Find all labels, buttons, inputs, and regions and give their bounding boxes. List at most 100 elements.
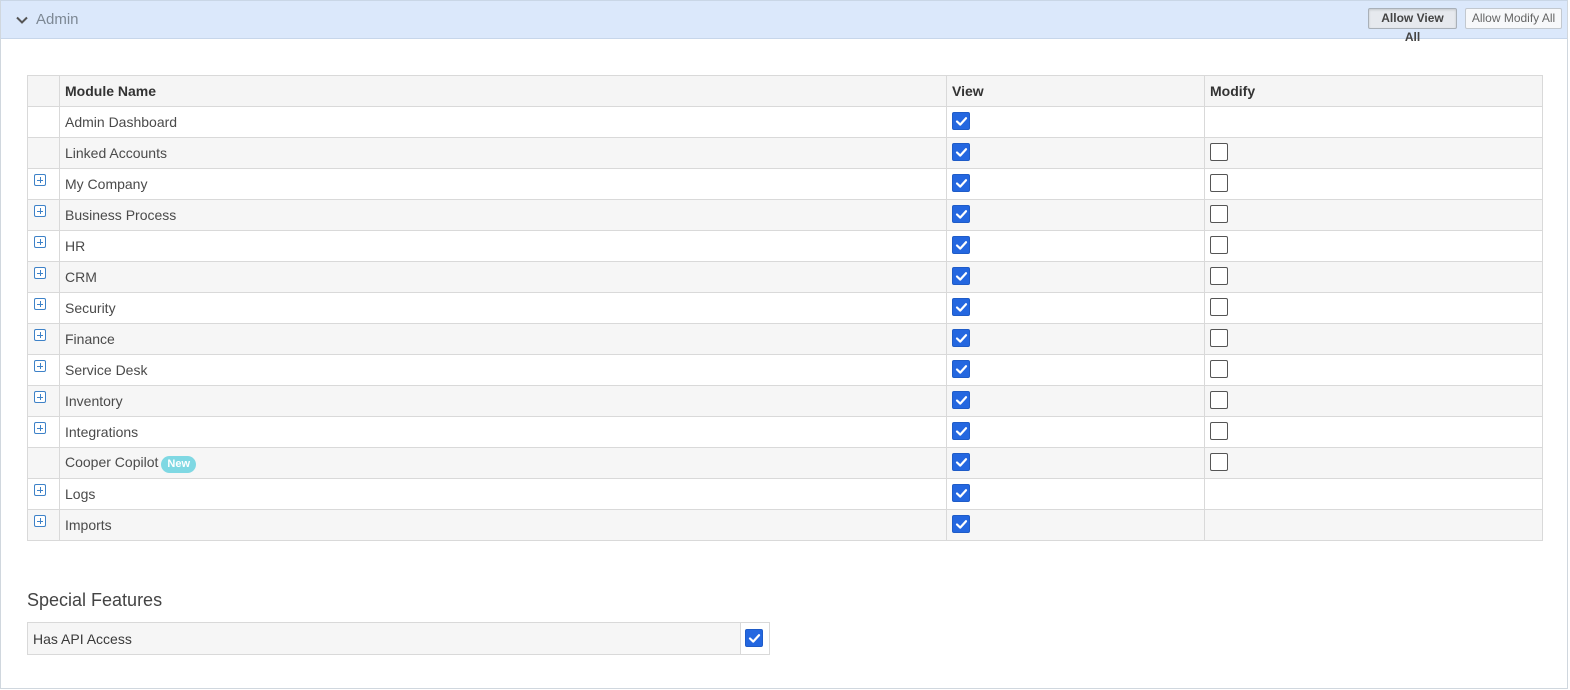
view-checkbox[interactable] bbox=[952, 422, 970, 441]
module-name-cell: Inventory bbox=[59, 385, 947, 417]
modify-cell bbox=[1204, 416, 1543, 448]
table-row: Service Desk bbox=[27, 354, 1543, 386]
expand-cell[interactable] bbox=[27, 509, 60, 541]
expand-cell[interactable] bbox=[27, 230, 60, 262]
view-cell bbox=[946, 385, 1205, 417]
view-cell bbox=[946, 416, 1205, 448]
view-checkbox[interactable] bbox=[952, 329, 970, 348]
plus-square-icon[interactable] bbox=[34, 205, 46, 217]
chevron-down-icon[interactable] bbox=[15, 13, 29, 27]
modify-cell bbox=[1204, 168, 1543, 200]
view-checkbox[interactable] bbox=[952, 112, 970, 131]
plus-square-icon[interactable] bbox=[34, 391, 46, 403]
checkmark-icon bbox=[955, 210, 968, 219]
view-checkbox[interactable] bbox=[952, 453, 970, 472]
section-header[interactable]: Admin Allow View All Allow Modify All bbox=[1, 1, 1567, 44]
view-checkbox[interactable] bbox=[952, 174, 970, 193]
new-badge: New bbox=[161, 455, 197, 473]
expand-cell bbox=[27, 447, 60, 479]
checkmark-icon bbox=[955, 117, 968, 126]
checkmark-icon bbox=[955, 241, 968, 250]
modify-checkbox[interactable] bbox=[1210, 205, 1228, 224]
module-name-cell: Service Desk bbox=[59, 354, 947, 386]
view-cell bbox=[946, 137, 1205, 169]
module-name-cell: Finance bbox=[59, 323, 947, 355]
view-cell bbox=[946, 261, 1205, 293]
modify-checkbox[interactable] bbox=[1210, 143, 1228, 162]
view-cell bbox=[946, 447, 1205, 479]
special-feature-label: Has API Access bbox=[27, 622, 741, 655]
modify-checkbox[interactable] bbox=[1210, 422, 1228, 441]
modify-checkbox[interactable] bbox=[1210, 174, 1228, 193]
expand-cell[interactable] bbox=[27, 199, 60, 231]
view-checkbox[interactable] bbox=[952, 267, 970, 286]
modify-checkbox[interactable] bbox=[1210, 391, 1228, 410]
view-checkbox[interactable] bbox=[952, 515, 970, 534]
plus-square-icon[interactable] bbox=[34, 422, 46, 434]
plus-square-icon[interactable] bbox=[34, 267, 46, 279]
view-checkbox[interactable] bbox=[952, 236, 970, 255]
expand-column-header bbox=[27, 75, 60, 107]
allow-modify-all-button[interactable]: Allow Modify All bbox=[1465, 8, 1562, 29]
checkmark-icon bbox=[955, 272, 968, 281]
module-name-cell: Imports bbox=[59, 509, 947, 541]
view-checkbox[interactable] bbox=[952, 391, 970, 410]
table-row: Cooper Copilot New bbox=[27, 447, 1543, 479]
module-name-cell: HR bbox=[59, 230, 947, 262]
modify-checkbox[interactable] bbox=[1210, 329, 1228, 348]
permissions-table: Module Name View Modify Admin Dashboard L… bbox=[27, 75, 1543, 541]
modify-checkbox[interactable] bbox=[1210, 267, 1228, 286]
modify-checkbox[interactable] bbox=[1210, 236, 1228, 255]
view-cell bbox=[946, 230, 1205, 262]
view-checkbox[interactable] bbox=[952, 143, 970, 162]
api-access-checkbox[interactable] bbox=[745, 628, 763, 647]
module-name: Finance bbox=[65, 331, 115, 347]
table-row: Integrations bbox=[27, 416, 1543, 448]
expand-cell[interactable] bbox=[27, 292, 60, 324]
module-name: My Company bbox=[65, 176, 148, 192]
view-checkbox[interactable] bbox=[952, 205, 970, 224]
plus-square-icon[interactable] bbox=[34, 484, 46, 496]
expand-cell[interactable] bbox=[27, 354, 60, 386]
checkmark-icon bbox=[955, 148, 968, 157]
modify-cell bbox=[1204, 137, 1543, 169]
modify-checkbox[interactable] bbox=[1210, 360, 1228, 379]
expand-cell[interactable] bbox=[27, 416, 60, 448]
view-cell bbox=[946, 478, 1205, 510]
plus-square-icon[interactable] bbox=[34, 515, 46, 527]
table-row: Imports bbox=[27, 509, 1543, 541]
special-feature-checkbox-cell bbox=[740, 622, 770, 655]
expand-cell[interactable] bbox=[27, 385, 60, 417]
expand-cell[interactable] bbox=[27, 261, 60, 293]
modify-header: Modify bbox=[1204, 75, 1543, 107]
module-name-cell: Linked Accounts bbox=[59, 137, 947, 169]
plus-square-icon[interactable] bbox=[34, 329, 46, 341]
allow-view-all-button[interactable]: Allow View All bbox=[1368, 8, 1457, 44]
checkmark-icon bbox=[955, 396, 968, 405]
modify-checkbox[interactable] bbox=[1210, 453, 1228, 472]
plus-square-icon[interactable] bbox=[34, 298, 46, 310]
table-header-row: Module Name View Modify bbox=[27, 75, 1543, 107]
plus-square-icon[interactable] bbox=[34, 174, 46, 186]
expand-cell[interactable] bbox=[27, 478, 60, 510]
modify-checkbox[interactable] bbox=[1210, 298, 1228, 317]
module-name-cell: CRM bbox=[59, 261, 947, 293]
view-checkbox[interactable] bbox=[952, 360, 970, 379]
view-cell bbox=[946, 354, 1205, 386]
expand-cell[interactable] bbox=[27, 168, 60, 200]
plus-square-icon[interactable] bbox=[34, 360, 46, 372]
view-checkbox[interactable] bbox=[952, 484, 970, 503]
view-checkbox[interactable] bbox=[952, 298, 970, 317]
module-name-cell: Security bbox=[59, 292, 947, 324]
checkmark-icon bbox=[748, 633, 761, 643]
admin-permissions-panel: Admin Allow View All Allow Modify All Mo… bbox=[0, 0, 1568, 689]
module-name-cell: My Company bbox=[59, 168, 947, 200]
module-name-cell: Integrations bbox=[59, 416, 947, 448]
plus-square-icon[interactable] bbox=[34, 236, 46, 248]
expand-cell[interactable] bbox=[27, 323, 60, 355]
modify-cell bbox=[1204, 385, 1543, 417]
module-name: Imports bbox=[65, 517, 112, 533]
checkmark-icon bbox=[955, 179, 968, 188]
table-row: Security bbox=[27, 292, 1543, 324]
table-row: My Company bbox=[27, 168, 1543, 200]
